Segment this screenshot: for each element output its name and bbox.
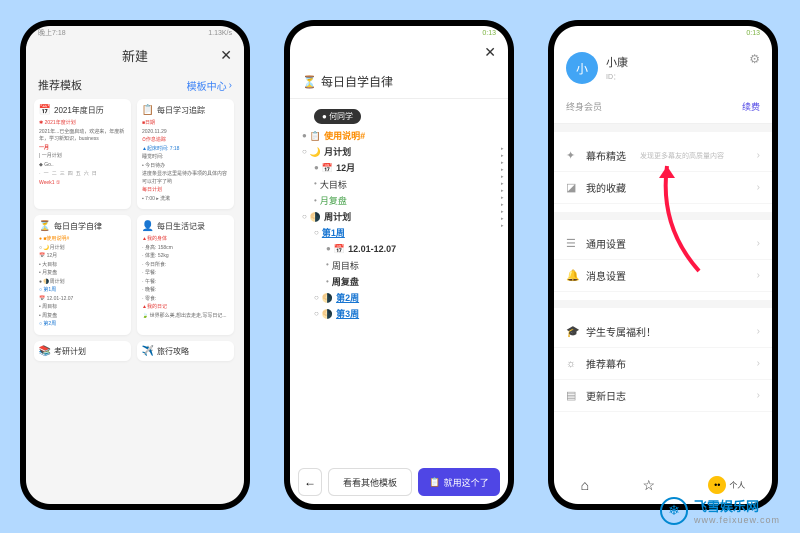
outline-item[interactable]: ○🌗周计划 [302,209,496,225]
outline-item[interactable]: ○🌗第3周 [302,306,496,322]
outline-item[interactable]: •月复盘 [302,193,496,209]
member-status: 终身会员 [566,100,602,113]
outline-item[interactable]: •大目标 [302,177,496,193]
template-card-calendar[interactable]: 📅 2021年度日历 ✱ 2021年度计划 2021年...已全面启动，欢迎来，… [34,99,131,209]
menu-favorites[interactable]: ◪我的收藏 › [554,172,772,204]
subheader: 推荐模板 模板中心 › [26,71,244,99]
template-card-travel[interactable]: ✈️ 旅行攻略 [137,341,234,361]
phone-frame-2: 0:13 ✕ ⏳ 每日自学自律 ● 何同学 ●📋使用说明# ○🌙月计划 ●📅12… [284,20,514,510]
status-signal: 1.13K/s [208,30,232,37]
chevron-right-icon: › [757,326,760,337]
menu-recommend[interactable]: ☼推荐幕布 › [554,348,772,380]
person-icon: 👤 [142,220,154,232]
menu-notifications[interactable]: 🔔消息设置 › [554,260,772,292]
watermark-name: 飞雪娱乐网 [694,496,780,515]
recommended-templates-label: 推荐模板 [38,77,82,93]
phone-frame-3: 0:13 小 小康 ID： ⚙ 终身会员 续费 ✦幕布精选发现更多幕友的高质量内… [548,20,778,510]
menu-student[interactable]: 🎓学生专属福利！ › [554,316,772,348]
template-footer: ← 看看其他模板 📋 就用这个了 [290,468,508,496]
scroll-indicator: ▸▸▸▸▸▸▸▸▸▸▸▸ [501,146,506,228]
status-time-3: 0:13 [746,30,760,37]
outline-item[interactable]: ○🌙月计划 [302,144,496,160]
chevron-right-icon: › [757,270,760,281]
template-center-link[interactable]: 模板中心 › [187,78,232,93]
chevron-right-icon: › [757,150,760,161]
screen-2: 0:13 ✕ ⏳ 每日自学自律 ● 何同学 ●📋使用说明# ○🌙月计划 ●📅12… [290,26,508,504]
close-icon[interactable]: ✕ [220,47,232,64]
clipboard-icon: 📋 [142,104,154,116]
book-icon: 📚 [39,346,51,358]
chevron-right-icon: › [757,238,760,249]
template-card-exam[interactable]: 📚 考研计划 [34,341,131,361]
watermark-url: www.feixuew.com [694,515,780,525]
watermark: ❄ 飞雪娱乐网 www.feixuew.com [660,496,780,525]
settings-icon: ☰ [566,237,578,250]
chevron-right-icon: › [229,80,232,91]
template-grid: 📅 2021年度日历 ✱ 2021年度计划 2021年...已全面启动，欢迎来，… [26,99,244,361]
use-template-button[interactable]: 📋 就用这个了 [418,468,500,496]
phone-frame-1: 晚上7:18 1.13K/s 新建 ✕ 推荐模板 模板中心 › 📅 2021年度… [20,20,250,510]
menu-changelog[interactable]: ▤更新日志 › [554,380,772,412]
outline-item[interactable]: ○🌗第2周 [302,290,496,306]
avatar[interactable]: 小 [566,52,598,84]
menu-section-1: ✦幕布精选发现更多幕友的高质量内容 › ◪我的收藏 › [554,132,772,212]
new-header: 新建 ✕ [26,40,244,71]
template-outline: ●📋使用说明# ○🌙月计划 ●📅12月 •大目标 •月复盘 ○🌗周计划 ○第1周… [290,128,508,322]
outline-item[interactable]: •周复盘 [302,274,496,290]
watermark-logo-icon: ❄ [660,497,688,525]
document-icon: ▤ [566,389,578,402]
screen-1: 晚上7:18 1.13K/s 新建 ✕ 推荐模板 模板中心 › 📅 2021年度… [26,26,244,504]
check-icon: 📋 [429,477,440,488]
chevron-right-icon: › [757,182,760,193]
chevron-right-icon: › [757,390,760,401]
status-bar-1: 晚上7:18 1.13K/s [26,26,244,40]
template-card-study-track[interactable]: 📋 每日学习追踪 ■日期 2020.11.29 ⏱作息追踪 ▲起床时间: 7:1… [137,99,234,209]
gear-icon[interactable]: ⚙ [749,52,760,66]
template-card-daily-life[interactable]: 👤 每日生活记录 ▲我的身体 · 身高: 158cm · 体重: 52kg · … [137,215,234,335]
calendar-icon: 📅 [39,104,51,116]
template-detail-title: ⏳ 每日自学自律 [290,65,508,99]
outline-item[interactable]: ●📅12.01-12.07 [302,241,496,257]
notification-icon: 🔔 [566,269,578,282]
header-title: 新建 [122,46,148,65]
back-button[interactable]: ← [298,468,322,496]
status-bar-3: 0:13 [554,26,772,40]
share-icon: ☼ [566,358,578,370]
chevron-right-icon: › [757,358,760,369]
profile-header: 小 小康 ID： ⚙ [554,40,772,96]
outline-item[interactable]: ●📋使用说明# [302,128,496,144]
status-time: 晚上7:18 [38,28,66,38]
other-templates-button[interactable]: 看看其他模板 [328,468,412,496]
profile-id: ID： [606,72,628,82]
outline-item[interactable]: •周目标 [302,258,496,274]
hourglass-icon: ⏳ [302,75,317,89]
nav-star[interactable]: ☆ [642,477,655,494]
nav-profile[interactable]: •• 个人 [708,476,745,494]
menu-section-2: ☰通用设置 › 🔔消息设置 › [554,220,772,300]
status-bar-2: 0:13 [290,26,508,40]
hourglass-icon: ⏳ [39,220,51,232]
nav-avatar-icon: •• [708,476,726,494]
nav-home[interactable]: ⌂ [581,477,589,493]
template-card-self-study[interactable]: ⏳ 每日自学自律 ● ■使用说明# ○ 🌙月计划 📅 12月 • 大目标 • 月… [34,215,131,335]
outline-item[interactable]: ●📅12月 [302,160,496,176]
profile-name: 小康 [606,54,628,70]
star-icon: ✦ [566,149,578,162]
close-icon[interactable]: ✕ [484,44,496,61]
outline-item[interactable]: ○第1周 [302,225,496,241]
status-time-2: 0:13 [482,30,496,37]
author-chip[interactable]: ● 何同学 [314,109,361,124]
detail-header: ✕ [290,40,508,65]
bookmark-icon: ◪ [566,181,578,194]
menu-section-3: 🎓学生专属福利！ › ☼推荐幕布 › ▤更新日志 › [554,308,772,420]
screen-3: 0:13 小 小康 ID： ⚙ 终身会员 续费 ✦幕布精选发现更多幕友的高质量内… [554,26,772,504]
bottom-nav: ⌂ ☆ •• 个人 [554,472,772,498]
graduation-icon: 🎓 [566,325,578,338]
menu-general-settings[interactable]: ☰通用设置 › [554,228,772,260]
plane-icon: ✈️ [142,346,154,358]
membership-row: 终身会员 续费 [554,96,772,124]
menu-featured[interactable]: ✦幕布精选发现更多幕友的高质量内容 › [554,140,772,172]
renew-link[interactable]: 续费 [742,100,760,113]
